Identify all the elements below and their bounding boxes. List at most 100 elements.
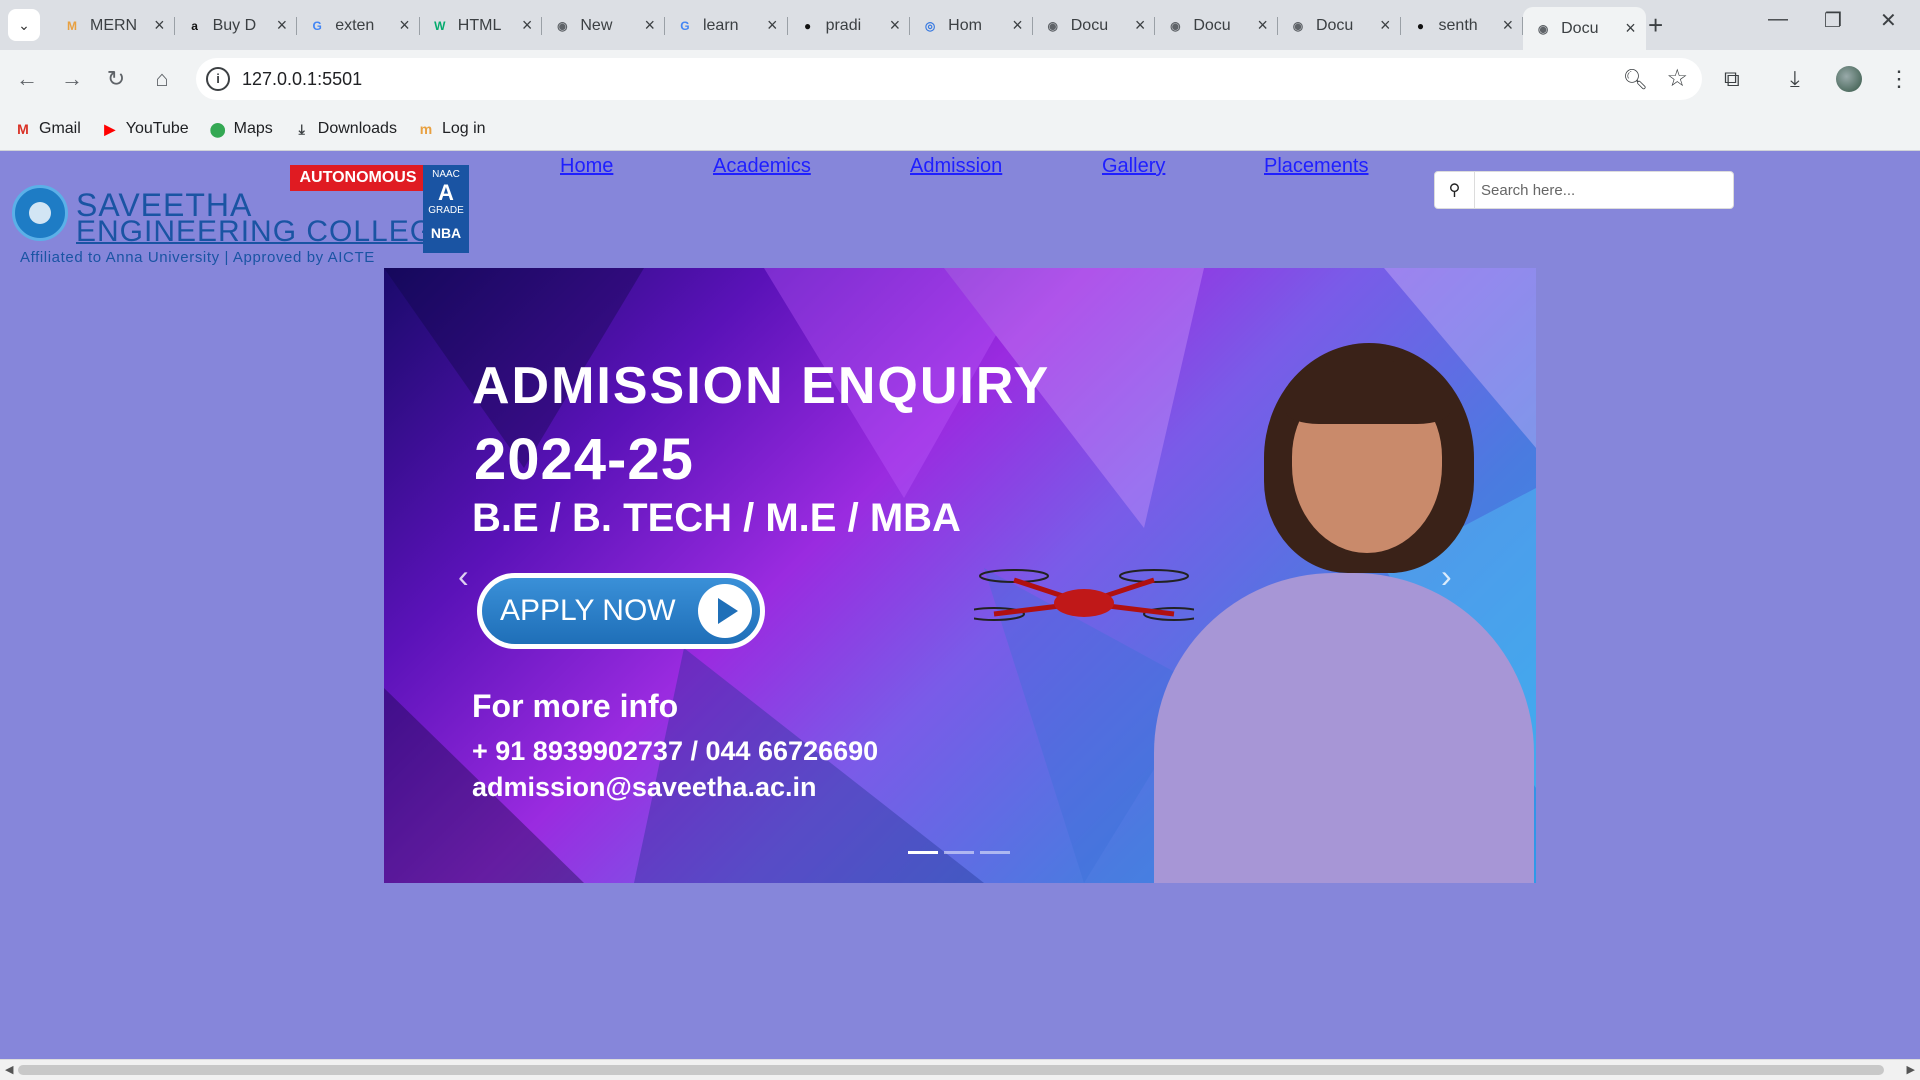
address-bar[interactable]: i 127.0.0.1:5501 🔍︎ ☆: [196, 58, 1702, 100]
play-icon: [698, 584, 752, 638]
nav-placements[interactable]: Placements: [1264, 155, 1369, 178]
tab-title: learn: [702, 16, 739, 34]
nav-gallery[interactable]: Gallery: [1102, 155, 1165, 178]
carousel-indicator[interactable]: [980, 851, 1010, 854]
new-tab-button[interactable]: +: [1648, 10, 1663, 41]
bookmark-label: Maps: [233, 120, 273, 137]
tab-title: exten: [335, 16, 375, 34]
profile-avatar[interactable]: [1836, 66, 1862, 92]
page-content: SAVEETHA ENGINEERING COLLEGE Affiliated …: [0, 151, 1920, 1059]
college-logo[interactable]: SAVEETHA ENGINEERING COLLEGE Affiliated …: [12, 165, 472, 266]
browser-tab[interactable]: Gexten ×: [297, 7, 420, 44]
close-tab-icon[interactable]: ×: [277, 15, 288, 36]
carousel-next-button[interactable]: ›: [1441, 558, 1452, 595]
close-tab-icon[interactable]: ×: [1380, 15, 1391, 36]
apply-now-button[interactable]: APPLY NOW: [477, 573, 765, 649]
slide-email: admission@saveetha.ac.in: [472, 772, 817, 802]
reload-button[interactable]: ↻: [99, 62, 133, 96]
tab-title: Hom: [948, 16, 982, 34]
autonomous-badge: AUTONOMOUS: [290, 165, 426, 191]
close-window-button[interactable]: ✕: [1880, 8, 1897, 33]
url-text[interactable]: 127.0.0.1:5501: [242, 69, 362, 90]
close-tab-icon[interactable]: ×: [1012, 15, 1023, 36]
close-tab-icon[interactable]: ×: [890, 15, 901, 36]
close-tab-icon[interactable]: ×: [1257, 15, 1268, 36]
browser-tab[interactable]: ◉ New ×: [542, 7, 665, 44]
close-tab-icon[interactable]: ×: [1503, 15, 1514, 36]
amazon-icon: a: [191, 18, 198, 33]
close-tab-icon[interactable]: ×: [767, 15, 778, 36]
minimize-button[interactable]: —: [1768, 8, 1788, 31]
browser-tab[interactable]: Glearn ×: [665, 7, 788, 44]
bookmark-log-in[interactable]: m Log in: [417, 120, 486, 138]
scroll-right-arrow-icon[interactable]: ▶: [1907, 1063, 1915, 1076]
browser-tab[interactable]: ◎ Hom ×: [910, 7, 1033, 44]
search-input[interactable]: [1481, 178, 1721, 202]
slide-year: 2024-25: [474, 427, 694, 492]
browser-tab[interactable]: ◉ Docu ×: [1278, 7, 1401, 44]
close-tab-icon[interactable]: ×: [154, 15, 165, 36]
site-info-icon[interactable]: i: [206, 67, 230, 91]
tab-title: MERN: [90, 16, 138, 34]
close-tab-icon[interactable]: ×: [522, 15, 533, 36]
search-icon[interactable]: ⚲: [1435, 172, 1475, 208]
browser-tab[interactable]: ◉ Docu ×: [1033, 7, 1156, 44]
horizontal-scrollbar[interactable]: ◀ ▶: [0, 1059, 1920, 1080]
tab-title: New: [580, 16, 613, 34]
scroll-left-arrow-icon[interactable]: ◀: [5, 1063, 13, 1076]
hero-carousel: ADMISSION ENQUIRY 2024-25 B.E / B. TECH …: [384, 268, 1536, 883]
globe-icon: ◉: [557, 18, 568, 33]
tab-title: Docu: [1561, 19, 1599, 37]
bookmark-star-icon[interactable]: ☆: [1666, 64, 1688, 93]
scrollbar-thumb[interactable]: [18, 1065, 1884, 1075]
gmail-icon: M: [17, 121, 29, 137]
apply-now-label: APPLY NOW: [500, 594, 676, 627]
carousel-indicator[interactable]: [944, 851, 974, 854]
bookmark-downloads[interactable]: ⤓ Downloads: [293, 120, 397, 138]
nav-academics[interactable]: Academics: [713, 155, 811, 178]
tab-title: senth: [1438, 16, 1478, 34]
browser-tab[interactable]: W HTML ×: [420, 7, 543, 44]
close-tab-icon[interactable]: ×: [644, 15, 655, 36]
bookmark-label: Log in: [441, 120, 486, 137]
downloads-icon[interactable]: ⤓: [1790, 66, 1800, 92]
menu-icon[interactable]: ⋮: [1888, 66, 1910, 92]
browser-tab[interactable]: ● pradi ×: [788, 7, 911, 44]
home-button[interactable]: ⌂: [145, 62, 179, 96]
back-button[interactable]: ←: [10, 62, 44, 96]
bookmark-maps[interactable]: ⬤ Maps: [209, 120, 273, 138]
naac-grade: A: [438, 180, 454, 205]
tab-title: Docu: [1315, 16, 1354, 34]
logo-name-line2: ENGINEERING COLLEGE: [76, 215, 456, 248]
nav-admission[interactable]: Admission: [910, 155, 1002, 178]
forward-button[interactable]: →: [55, 62, 89, 96]
zoom-icon[interactable]: 🔍︎: [1623, 67, 1648, 92]
browser-tab[interactable]: ● senth ×: [1401, 7, 1524, 44]
restore-button[interactable]: ❐: [1824, 8, 1842, 33]
browser-tab[interactable]: M MERN ×: [52, 7, 175, 44]
browser-tab[interactable]: ◉ Docu ×: [1155, 7, 1278, 44]
browser-tab[interactable]: a Buy D ×: [175, 7, 298, 44]
carousel-prev-button[interactable]: ‹: [458, 558, 469, 595]
close-tab-icon[interactable]: ×: [399, 15, 410, 36]
bookmark-gmail[interactable]: M Gmail: [14, 120, 81, 138]
mern-icon: M: [67, 18, 77, 33]
nav-home[interactable]: Home: [560, 155, 613, 178]
slide-more-info: For more info: [472, 688, 679, 724]
bookmark-label: Gmail: [39, 120, 81, 137]
globe-icon: ◉: [1292, 18, 1304, 33]
extensions-icon[interactable]: ⧉: [1724, 66, 1740, 92]
site-search: ⚲: [1434, 171, 1734, 209]
bookmark-youtube[interactable]: ▶ YouTube: [101, 120, 188, 138]
github-icon: ●: [803, 18, 812, 33]
close-tab-icon[interactable]: ×: [1625, 18, 1636, 39]
tab-search-button[interactable]: ⌄: [8, 9, 40, 41]
tab-title: HTML: [457, 16, 502, 34]
browser-tab[interactable]: ◉ Docu ×: [1523, 7, 1646, 50]
college-seal-icon: [12, 185, 68, 241]
maps-icon: ⬤: [209, 120, 226, 137]
close-tab-icon[interactable]: ×: [1135, 15, 1146, 36]
tab-strip: ⌄ M MERN × a Buy D × Gexten × W HTML × ◉ New × Glearn ×…: [0, 0, 1920, 50]
google-icon: G: [312, 18, 322, 33]
carousel-indicator[interactable]: [908, 851, 938, 854]
